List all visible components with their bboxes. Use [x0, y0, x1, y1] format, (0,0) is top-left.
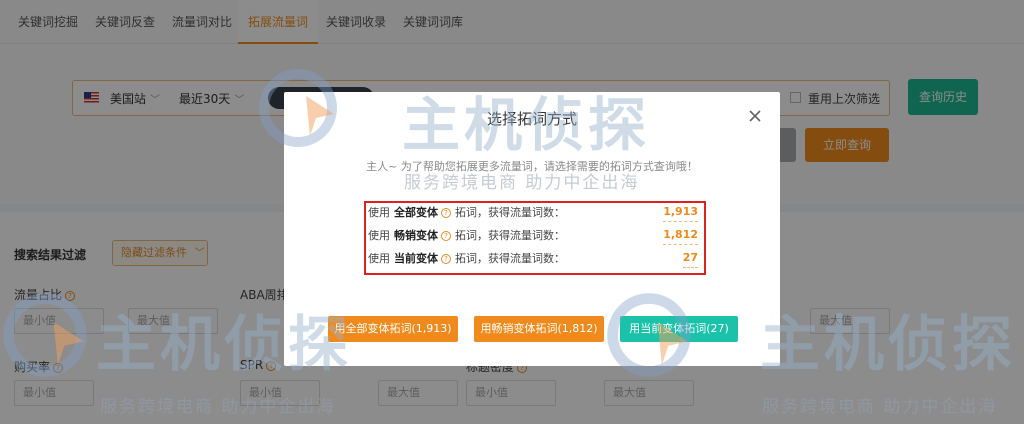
- help-icon[interactable]: ?: [441, 254, 451, 264]
- watermark-brand: 主机侦探: [402, 91, 651, 159]
- expand-current-variant-button[interactable]: 用当前变体拓词(27): [620, 316, 738, 342]
- option-row-bestseller: 使用 畅销变体? 拓词，获得流量词数： 1,812: [368, 226, 698, 246]
- option-count: 1,913: [663, 203, 698, 222]
- watermark-brand: 主机侦探: [760, 310, 1016, 380]
- expand-bestseller-variants-button[interactable]: 用畅销变体拓词(1,812): [474, 316, 604, 342]
- help-icon[interactable]: ?: [441, 231, 451, 241]
- help-icon[interactable]: ?: [441, 208, 451, 218]
- option-count: 1,812: [663, 226, 698, 245]
- option-count: 27: [682, 249, 698, 268]
- option-row-current: 使用 当前变体? 拓词，获得流量词数： 27: [368, 249, 698, 269]
- option-row-all: 使用 全部变体? 拓词，获得流量词数： 1,913: [368, 203, 698, 223]
- watermark-slogan: 服务跨境电商 助力中企出海: [762, 397, 998, 417]
- watermark-slogan: 服务跨境电商 助力中企出海: [404, 173, 640, 193]
- watermark-brand: 主机侦探: [96, 310, 352, 380]
- close-icon[interactable]: [745, 106, 765, 126]
- watermark-slogan: 服务跨境电商 助力中企出海: [100, 397, 336, 417]
